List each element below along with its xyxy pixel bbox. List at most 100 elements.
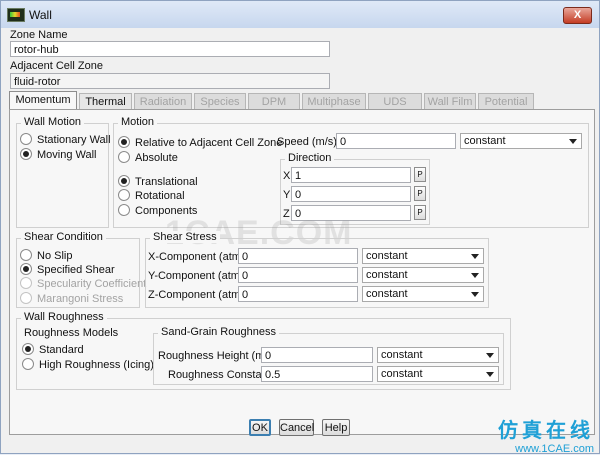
shear-stress-title: Shear Stress	[150, 231, 220, 243]
roughness-constant-method-select[interactable]: constant	[377, 366, 499, 382]
specularity-coefficient-radio[interactable]: Specularity Coefficient	[20, 277, 146, 290]
roughness-constant-method-value: constant	[381, 368, 423, 380]
translational-label: Translational	[135, 176, 198, 188]
standard-radio[interactable]: Standard	[22, 343, 84, 356]
roughness-height-label: Roughness Height (m)	[158, 350, 269, 362]
chevron-down-icon	[569, 139, 577, 144]
relative-radio[interactable]: Relative to Adjacent Cell Zone	[118, 136, 282, 149]
absolute-radio[interactable]: Absolute	[118, 151, 178, 164]
chevron-down-icon	[486, 353, 494, 358]
watermark-cn-text: 仿真在线	[498, 420, 594, 442]
radio-icon	[22, 358, 34, 370]
roughness-height-input[interactable]: 0	[261, 347, 373, 363]
absolute-label: Absolute	[135, 152, 178, 164]
specified-shear-label: Specified Shear	[37, 264, 115, 276]
direction-y-label: Y	[283, 189, 291, 201]
close-button[interactable]: X	[563, 7, 592, 24]
roughness-height-method-value: constant	[381, 349, 423, 361]
radio-selected-icon	[20, 148, 32, 160]
y-component-method-value: constant	[366, 269, 408, 281]
translational-radio[interactable]: Translational	[118, 175, 198, 188]
specified-shear-radio[interactable]: Specified Shear	[20, 263, 115, 276]
direction-x-parameter-button[interactable]: P	[414, 167, 426, 182]
y-component-input[interactable]: 0	[238, 267, 358, 283]
roughness-models-title: Roughness Models	[24, 327, 119, 339]
rotational-radio[interactable]: Rotational	[118, 189, 185, 202]
y-component-label: Y-Component (atm)	[148, 270, 244, 282]
direction-x-label: X	[283, 170, 291, 182]
z-component-input[interactable]: 0	[238, 286, 358, 302]
direction-y-parameter-button[interactable]: P	[414, 186, 426, 201]
tab-species[interactable]: Species	[194, 93, 246, 110]
sand-grain-title: Sand-Grain Roughness	[158, 326, 279, 338]
rotational-label: Rotational	[135, 190, 185, 202]
tab-thermal[interactable]: Thermal	[79, 93, 132, 110]
specularity-coefficient-label: Specularity Coefficient	[37, 278, 147, 290]
direction-y-input[interactable]: 0	[291, 186, 411, 202]
roughness-constant-label: Roughness Constant	[168, 369, 271, 381]
speed-input[interactable]: 0	[336, 133, 456, 149]
radio-selected-icon	[20, 263, 32, 275]
marangoni-stress-radio[interactable]: Marangoni Stress	[20, 292, 123, 305]
tab-radiation[interactable]: Radiation	[134, 93, 192, 110]
radio-icon	[118, 189, 130, 201]
high-roughness-label: High Roughness (Icing)	[39, 359, 154, 371]
radio-icon	[118, 151, 130, 163]
tab-potential[interactable]: Potential	[478, 93, 534, 110]
relative-label: Relative to Adjacent Cell Zone	[135, 137, 283, 149]
radio-icon	[20, 277, 32, 289]
help-button[interactable]: Help	[322, 419, 350, 436]
moving-wall-label: Moving Wall	[37, 149, 97, 161]
motion-title: Motion	[118, 116, 158, 128]
speed-method-value: constant	[464, 135, 506, 147]
wall-roughness-title: Wall Roughness	[21, 311, 107, 323]
speed-label: Speed (m/s)	[277, 136, 337, 148]
zone-name-input[interactable]: rotor-hub	[10, 41, 330, 57]
radio-icon	[20, 249, 32, 261]
window-title: Wall	[29, 8, 52, 22]
tab-multiphase[interactable]: Multiphase	[302, 93, 366, 110]
x-component-method-select[interactable]: constant	[362, 248, 484, 264]
tab-wall-film[interactable]: Wall Film	[424, 93, 476, 110]
high-roughness-radio[interactable]: High Roughness (Icing)	[22, 358, 154, 371]
wall-motion-title: Wall Motion	[21, 116, 85, 128]
chevron-down-icon	[471, 273, 479, 278]
y-component-method-select[interactable]: constant	[362, 267, 484, 283]
x-component-input[interactable]: 0	[238, 248, 358, 264]
tab-uds[interactable]: UDS	[368, 93, 422, 110]
tab-dpm[interactable]: DPM	[248, 93, 300, 110]
roughness-constant-input[interactable]: 0.5	[261, 366, 373, 382]
ok-button[interactable]: OK	[249, 419, 271, 436]
direction-x-input[interactable]: 1	[291, 167, 411, 183]
z-component-method-value: constant	[366, 288, 408, 300]
cancel-button[interactable]: Cancel	[279, 419, 314, 436]
radio-icon	[118, 204, 130, 216]
direction-title: Direction	[285, 152, 335, 164]
watermark-url-text: www.1CAE.com	[515, 443, 594, 455]
x-component-method-value: constant	[366, 250, 408, 262]
radio-selected-icon	[22, 343, 34, 355]
radio-selected-icon	[118, 136, 130, 148]
radio-icon	[20, 292, 32, 304]
shear-condition-title: Shear Condition	[21, 231, 106, 243]
radio-selected-icon	[118, 175, 130, 187]
adjacent-cell-zone-field: fluid-rotor	[10, 73, 330, 89]
direction-z-parameter-button[interactable]: P	[414, 205, 426, 220]
chevron-down-icon	[471, 292, 479, 297]
z-component-method-select[interactable]: constant	[362, 286, 484, 302]
tab-momentum[interactable]: Momentum	[9, 91, 77, 111]
stationary-wall-label: Stationary Wall	[37, 134, 111, 146]
no-slip-radio[interactable]: No Slip	[20, 249, 72, 262]
chevron-down-icon	[471, 254, 479, 259]
moving-wall-radio[interactable]: Moving Wall	[20, 148, 97, 161]
no-slip-label: No Slip	[37, 250, 73, 262]
title-bar[interactable]: Wall X	[1, 1, 599, 28]
adjacent-cell-zone-label: Adjacent Cell Zone	[10, 60, 103, 72]
roughness-height-method-select[interactable]: constant	[377, 347, 499, 363]
speed-method-select[interactable]: constant	[460, 133, 582, 149]
z-component-label: Z-Component (atm)	[148, 289, 244, 301]
chevron-down-icon	[486, 372, 494, 377]
stationary-wall-radio[interactable]: Stationary Wall	[20, 133, 111, 146]
marangoni-stress-label: Marangoni Stress	[37, 293, 124, 305]
standard-label: Standard	[39, 344, 84, 356]
